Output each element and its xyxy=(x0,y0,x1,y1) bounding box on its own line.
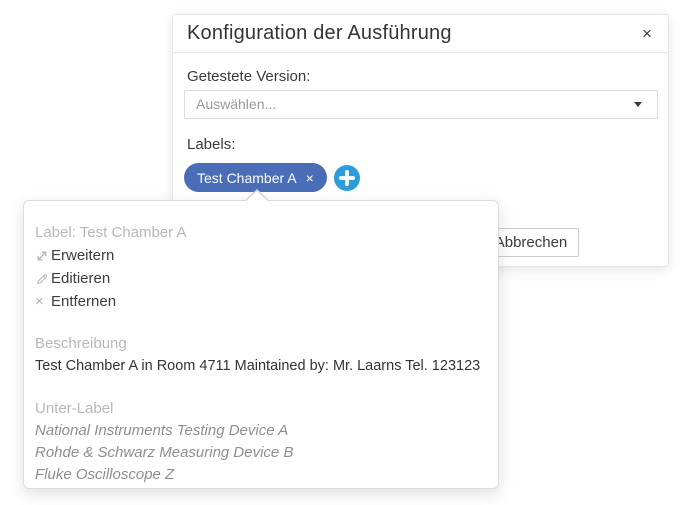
remove-icon: × xyxy=(35,294,49,309)
edit-action[interactable]: Editieren xyxy=(35,267,484,290)
label-tag-text: Test Chamber A xyxy=(197,170,297,186)
version-select[interactable]: Auswählen... xyxy=(184,90,658,119)
version-select-placeholder: Auswählen... xyxy=(196,91,276,118)
version-label: Getestete Version: xyxy=(187,68,310,85)
sublabel-item: Fluke Oscilloscope Z xyxy=(35,464,484,486)
page-background: Konfiguration der Ausführung × Getestete… xyxy=(0,0,681,505)
add-label-button[interactable] xyxy=(334,165,360,191)
description-heading: Beschreibung xyxy=(35,332,484,355)
edit-action-label: Editieren xyxy=(51,270,110,287)
sublabel-heading: Unter-Label xyxy=(35,397,484,420)
edit-icon xyxy=(35,271,49,286)
description-text: Test Chamber A in Room 4711 Maintained b… xyxy=(35,355,484,378)
popover-caret-icon xyxy=(245,191,269,202)
expand-icon xyxy=(35,249,49,263)
expand-action-label: Erweitern xyxy=(51,247,114,264)
dialog-header: Konfiguration der Ausführung × xyxy=(173,15,668,53)
chevron-down-icon xyxy=(634,102,642,107)
sublabel-item: Rohde & Schwarz Measuring Device B xyxy=(35,442,484,464)
label-tag[interactable]: Test Chamber A × xyxy=(184,163,327,192)
close-icon[interactable]: × xyxy=(635,22,659,46)
expand-action[interactable]: Erweitern xyxy=(35,244,484,267)
sublabel-item: National Instruments Testing Device A xyxy=(35,420,484,442)
plus-icon xyxy=(334,165,360,191)
dialog-title: Konfiguration der Ausführung xyxy=(187,22,452,45)
label-popover: Label: Test Chamber A Erweitern Editiere… xyxy=(23,200,499,489)
labels-tag-row: Test Chamber A × xyxy=(184,163,360,192)
remove-tag-icon[interactable]: × xyxy=(306,171,314,185)
labels-label: Labels: xyxy=(187,136,235,153)
popover-title: Label: Test Chamber A xyxy=(35,221,484,244)
remove-action-label: Entfernen xyxy=(51,293,116,310)
remove-action[interactable]: × Entfernen xyxy=(35,290,484,313)
